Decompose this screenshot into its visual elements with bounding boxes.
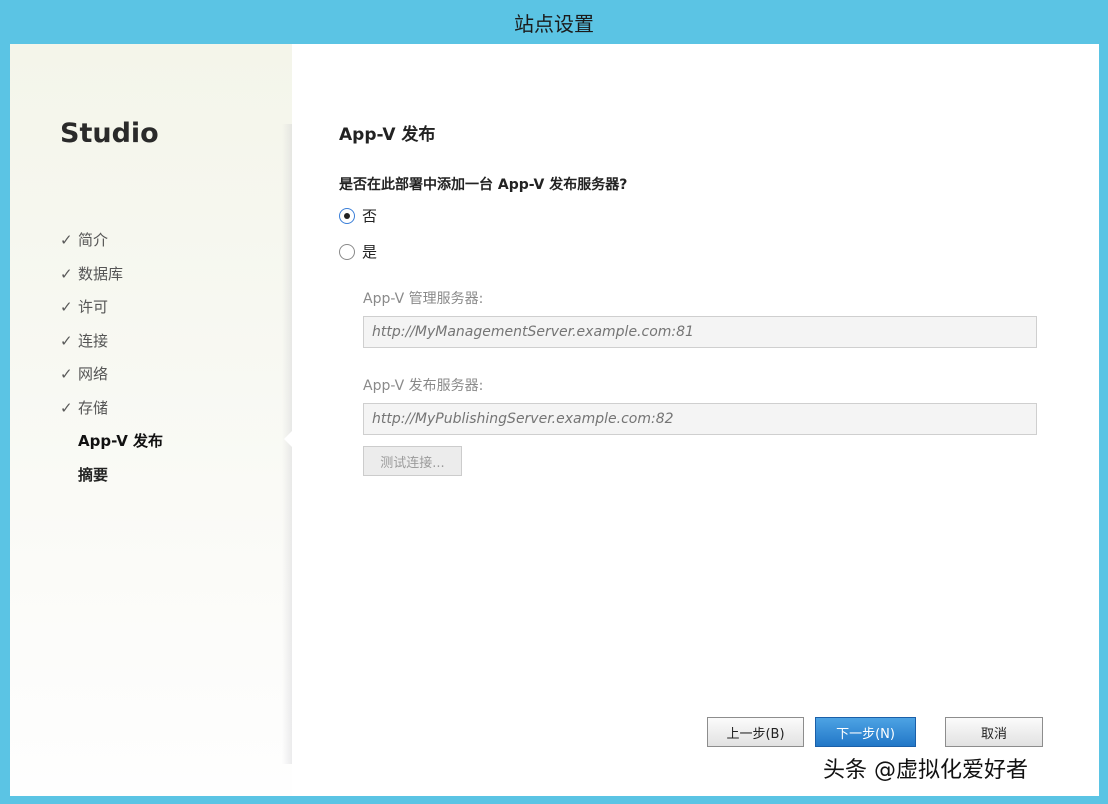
watermark-text: 头条 @虚拟化爱好者 <box>823 758 1028 783</box>
site-setup-window: Studio ✓ 简介 ✓ 数据库 ✓ 许可 ✓ 连接 ✓ 网络 ✓ 存储 App-V 发布… <box>10 44 1099 796</box>
check-icon: ✓ <box>60 298 73 316</box>
radio-yes-indicator[interactable] <box>339 243 355 260</box>
step-label: 简介 <box>78 231 109 249</box>
page-title: App-V 发布 <box>339 125 436 145</box>
question-text: 是否在此部署中添加一台 App-V 发布服务器? <box>339 177 628 193</box>
step-appv-publishing: App-V 发布 <box>60 425 163 459</box>
back-button[interactable]: 上一步(B) <box>707 717 804 747</box>
step-network: ✓ 网络 <box>60 358 163 392</box>
management-server-label: App-V 管理服务器: <box>363 291 484 307</box>
step-label: 存储 <box>78 398 109 417</box>
window-titlebar: 站点设置 <box>0 0 1108 44</box>
publishing-server-label: App-V 发布服务器: <box>363 378 484 394</box>
step-summary: 摘要 <box>60 459 163 493</box>
test-connection-button[interactable]: 测试连接... <box>363 446 462 476</box>
step-label: 数据库 <box>78 264 124 283</box>
cancel-button[interactable]: 取消 <box>945 717 1043 747</box>
radio-option-no[interactable]: 否 <box>339 205 377 226</box>
next-button[interactable]: 下一步(N) <box>815 717 916 747</box>
radio-no-indicator[interactable] <box>339 207 355 224</box>
step-label: 许可 <box>78 298 109 316</box>
step-label: 网络 <box>78 365 109 383</box>
current-step-pointer <box>284 430 293 448</box>
check-icon: ✓ <box>60 365 73 383</box>
radio-option-yes[interactable]: 是 <box>339 241 377 262</box>
step-label: App-V 发布 <box>78 432 164 450</box>
wizard-content: App-V 发布 是否在此部署中添加一台 App-V 发布服务器? 否 是 Ap… <box>292 44 1099 796</box>
studio-brand: Studio <box>60 118 159 149</box>
step-intro: ✓ 简介 <box>60 224 163 258</box>
step-storage: ✓ 存储 <box>60 392 163 426</box>
check-icon: ✓ <box>60 331 73 350</box>
check-icon: ✓ <box>60 231 73 249</box>
management-server-input[interactable] <box>363 316 1037 348</box>
step-connection: ✓ 连接 <box>60 325 163 359</box>
wizard-steps: ✓ 简介 ✓ 数据库 ✓ 许可 ✓ 连接 ✓ 网络 ✓ 存储 App-V 发布 摘要 <box>60 224 163 492</box>
wizard-sidebar: Studio ✓ 简介 ✓ 数据库 ✓ 许可 ✓ 连接 ✓ 网络 ✓ 存储 App-V 发布… <box>10 44 292 796</box>
step-licensing: ✓ 许可 <box>60 291 163 325</box>
radio-no-label: 否 <box>362 207 378 225</box>
radio-yes-label: 是 <box>362 243 378 261</box>
check-icon: ✓ <box>60 264 73 283</box>
step-label: 摘要 <box>78 465 109 484</box>
check-icon: ✓ <box>60 398 73 417</box>
step-database: ✓ 数据库 <box>60 258 163 292</box>
window-title: 站点设置 <box>514 11 594 36</box>
publishing-server-input[interactable] <box>363 403 1037 435</box>
step-label: 连接 <box>78 331 109 350</box>
